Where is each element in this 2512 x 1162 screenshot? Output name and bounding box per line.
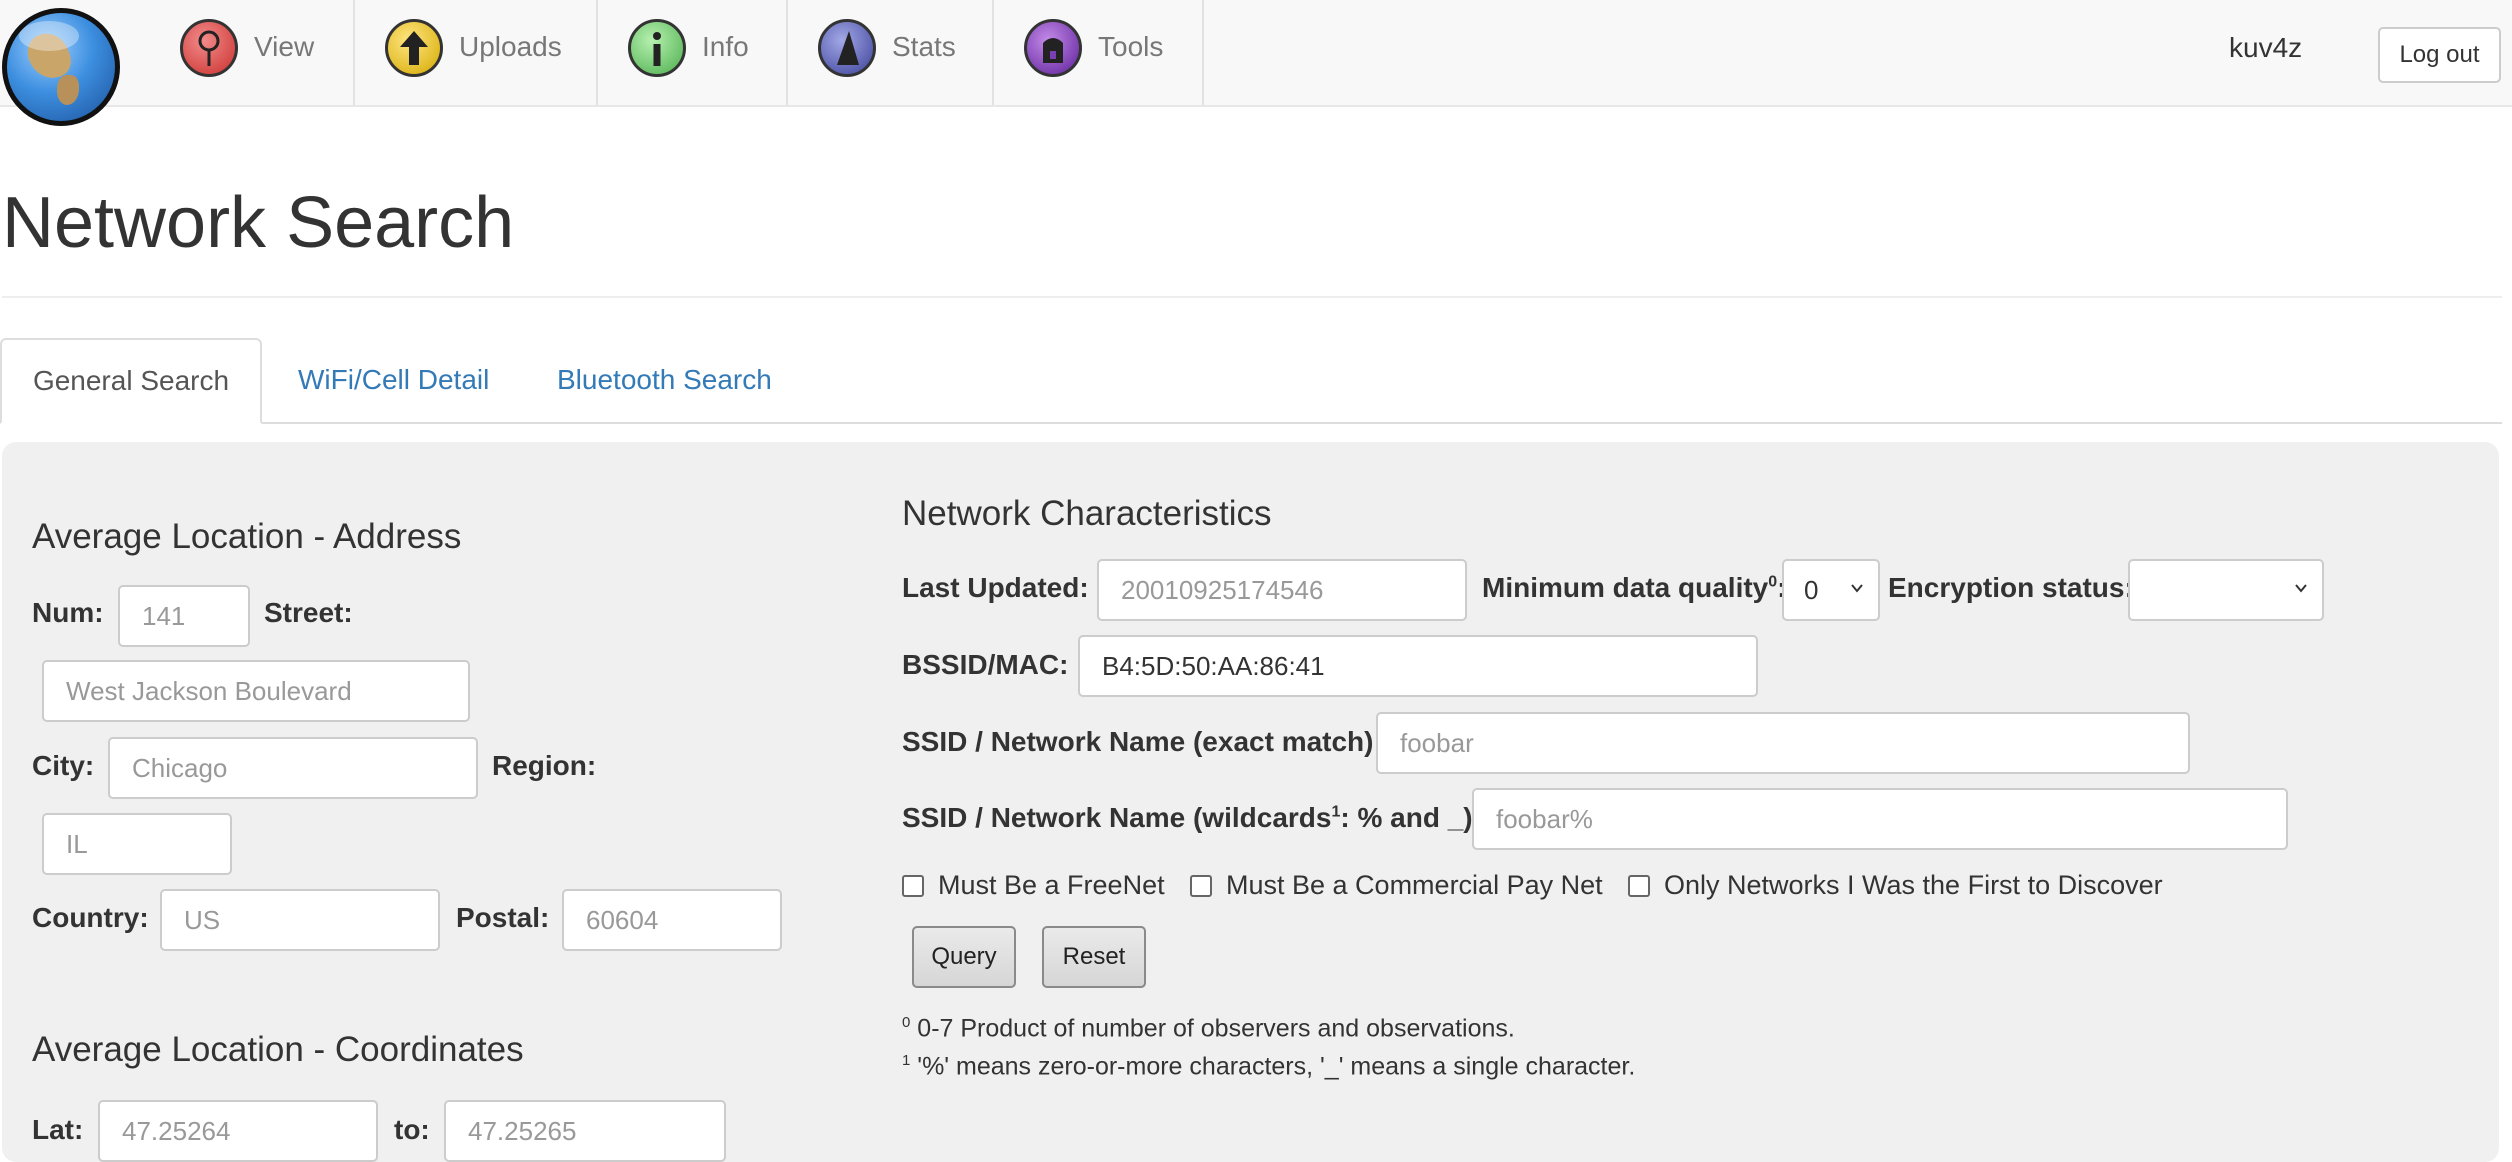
country-label: Country:	[32, 902, 149, 933]
lat-min-input[interactable]	[98, 1100, 378, 1162]
encryption-select[interactable]	[2128, 559, 2324, 621]
view-icon	[180, 18, 238, 77]
street-input[interactable]	[42, 660, 470, 722]
coordinates-section-title: Average Location - Coordinates	[32, 1030, 524, 1069]
nav-item-info[interactable]: Info	[598, 0, 788, 105]
first-discover-checkbox[interactable]	[1628, 874, 1650, 897]
lat-label: Lat:	[32, 1114, 84, 1145]
top-navbar: View Uploads Info Stats Tools kuv4z Log …	[0, 0, 2512, 107]
lat-to-label: to:	[394, 1114, 430, 1145]
globe-logo-icon[interactable]	[2, 8, 120, 126]
nav-item-label: Stats	[892, 30, 956, 62]
chevron-down-icon	[2295, 584, 2307, 593]
lat-max-input[interactable]	[444, 1100, 726, 1162]
region-input[interactable]	[42, 813, 232, 875]
encryption-label: Encryption status:	[1888, 572, 2134, 603]
paynet-checkbox-label: Must Be a Commercial Pay Net	[1226, 870, 1603, 900]
ssid-exact-input[interactable]	[1376, 712, 2190, 774]
nav-item-view[interactable]: View	[150, 0, 355, 105]
query-button[interactable]: Query	[912, 926, 1016, 988]
paynet-checkbox-row[interactable]: Must Be a Commercial Pay Net	[1190, 870, 1603, 901]
num-label: Num:	[32, 597, 104, 628]
min-quality-select[interactable]: 0	[1782, 559, 1880, 621]
first-discover-checkbox-row[interactable]: Only Networks I Was the First to Discove…	[1628, 870, 2163, 901]
tab-bluetooth-search[interactable]: Bluetooth Search	[557, 338, 772, 422]
freenet-checkbox-row[interactable]: Must Be a FreeNet	[902, 870, 1165, 901]
country-input[interactable]	[160, 889, 440, 951]
nav-item-uploads[interactable]: Uploads	[355, 0, 598, 105]
paynet-checkbox[interactable]	[1190, 874, 1212, 897]
divider	[2, 296, 2502, 298]
last-updated-input[interactable]	[1097, 559, 1467, 621]
nav-item-label: Info	[702, 30, 749, 62]
address-section-title: Average Location - Address	[32, 517, 462, 556]
nav-item-label: Tools	[1098, 30, 1164, 62]
nav-item-label: View	[254, 30, 315, 62]
freenet-checkbox[interactable]	[902, 874, 924, 897]
bssid-label: BSSID/MAC:	[902, 649, 1069, 680]
tools-icon	[1024, 18, 1082, 77]
network-section-title: Network Characteristics	[902, 494, 1272, 533]
upload-icon	[385, 18, 443, 77]
reset-button[interactable]: Reset	[1042, 926, 1146, 988]
bssid-input[interactable]	[1078, 635, 1758, 697]
first-discover-checkbox-label: Only Networks I Was the First to Discove…	[1664, 870, 2163, 900]
search-form: Average Location - Address Num: Street: …	[2, 442, 2499, 1162]
region-label: Region:	[492, 750, 597, 781]
chevron-down-icon	[1851, 584, 1863, 593]
page-title: Network Search	[2, 183, 515, 263]
freenet-checkbox-label: Must Be a FreeNet	[938, 870, 1165, 900]
ssid-wildcard-label: SSID / Network Name (wildcards1: % and _…	[902, 802, 1482, 833]
footnote-quality: 0 0-7 Product of number of observers and…	[902, 1014, 1515, 1043]
tab-wifi-cell-detail[interactable]: WiFi/Cell Detail	[298, 338, 489, 422]
street-label: Street:	[264, 597, 353, 628]
logout-button[interactable]: Log out	[2378, 27, 2501, 83]
postal-label: Postal:	[456, 902, 550, 933]
nav-item-tools[interactable]: Tools	[994, 0, 1204, 105]
postal-input[interactable]	[562, 889, 782, 951]
username-label[interactable]: kuv4z	[2229, 32, 2302, 64]
info-icon	[628, 18, 686, 77]
num-input[interactable]	[118, 585, 250, 647]
nav-item-stats[interactable]: Stats	[788, 0, 994, 105]
search-tabs: General Search WiFi/Cell Detail Bluetoot…	[0, 338, 2502, 424]
last-updated-label: Last Updated:	[902, 572, 1089, 603]
tab-general-search[interactable]: General Search	[0, 338, 262, 424]
ssid-wildcard-input[interactable]	[1472, 788, 2288, 850]
ssid-exact-label: SSID / Network Name (exact match):	[902, 726, 1383, 757]
footnote-wildcards: 1 '%' means zero-or-more characters, '_'…	[902, 1052, 1636, 1081]
min-quality-label: Minimum data quality0:	[1482, 572, 1786, 603]
city-label: City:	[32, 750, 95, 781]
city-input[interactable]	[108, 737, 478, 799]
nav-item-label: Uploads	[459, 30, 562, 62]
stats-icon	[818, 18, 876, 77]
